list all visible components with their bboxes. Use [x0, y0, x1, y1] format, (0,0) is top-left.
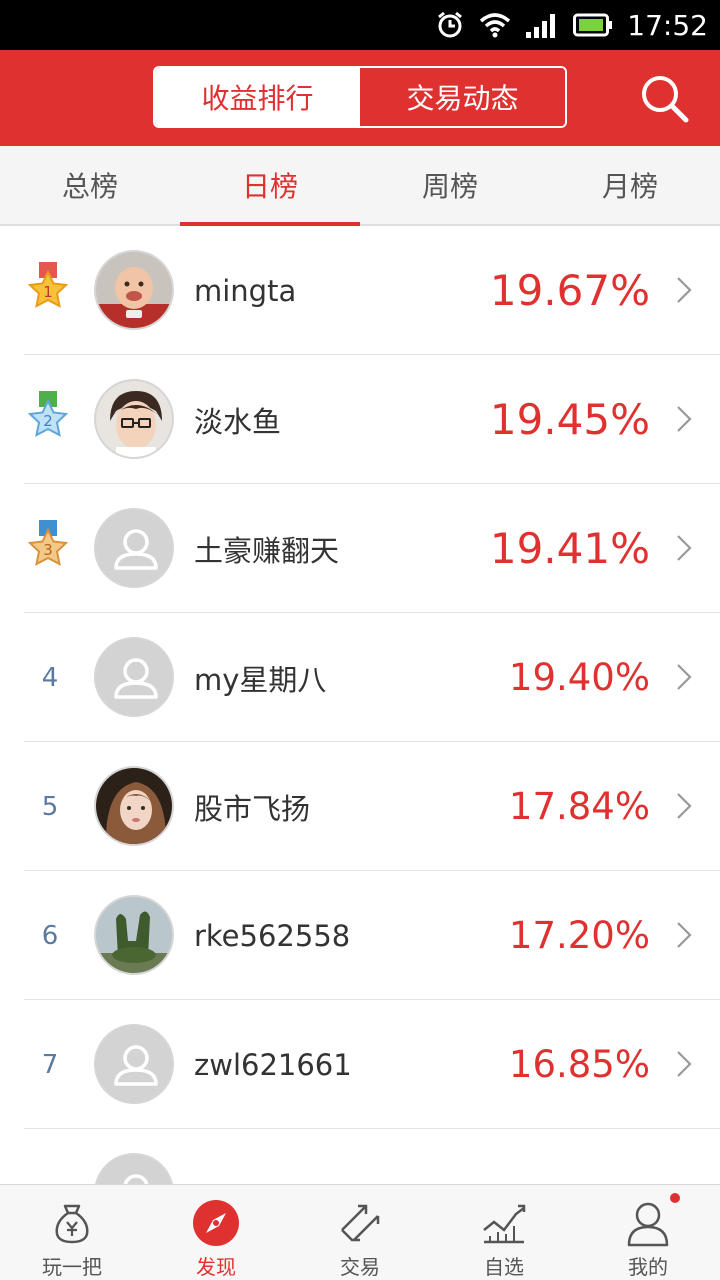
ranking-row[interactable]	[24, 1129, 720, 1184]
chevron-right-icon	[677, 664, 692, 690]
silver-medal-icon: 2	[27, 391, 69, 437]
avatar[interactable]	[94, 508, 174, 588]
user-name: 股市飞扬	[194, 791, 311, 826]
wifi-icon	[479, 12, 511, 38]
user-name: 淡水鱼	[194, 404, 282, 439]
ranking-row[interactable]: 1 mingta 19.67%	[24, 226, 720, 355]
default-avatar-icon	[96, 510, 172, 586]
tab-monthly[interactable]: 月榜	[540, 146, 720, 224]
chevron-right-icon	[677, 922, 692, 948]
compass-icon	[190, 1197, 242, 1249]
ranking-row[interactable]: 4 my星期八 19.40%	[24, 613, 720, 742]
ranking-list: 1 mingta 19.67% 2 淡水鱼 19.45% 3 土豪赚翻天 19.…	[0, 226, 720, 1184]
chart-icon	[478, 1197, 530, 1249]
nav-label: 自选	[484, 1255, 524, 1279]
return-percent: 17.84%	[508, 785, 650, 828]
avatar[interactable]	[94, 250, 174, 330]
nav-trade[interactable]: 交易	[288, 1185, 432, 1280]
nav-watchlist[interactable]: 自选	[432, 1185, 576, 1280]
search-icon	[642, 76, 689, 123]
segment-trade-activity[interactable]: 交易动态	[360, 68, 565, 126]
default-avatar-icon	[96, 1026, 172, 1102]
gold-medal-icon: 1	[27, 262, 69, 308]
chevron-right-icon	[677, 277, 692, 303]
return-percent: 19.67%	[489, 266, 650, 315]
return-percent: 16.85%	[508, 1043, 650, 1086]
rank-number: 1	[43, 283, 53, 301]
return-percent: 17.20%	[508, 914, 650, 957]
return-percent: 19.41%	[489, 524, 650, 573]
signal-icon	[525, 12, 559, 38]
avatar[interactable]	[94, 1153, 174, 1184]
search-button[interactable]	[638, 72, 692, 126]
nav-play[interactable]: 玩一把	[0, 1185, 144, 1280]
chevron-right-icon	[677, 793, 692, 819]
ranking-tabs: 总榜 日榜 周榜 月榜	[0, 146, 720, 226]
alarm-icon	[435, 10, 465, 40]
user-name: 土豪赚翻天	[194, 533, 340, 568]
ranking-row[interactable]: 3 土豪赚翻天 19.41%	[24, 484, 720, 613]
user-name: zwl621661	[194, 1047, 352, 1082]
bottom-nav: 玩一把 发现 交易 自选 我的	[0, 1184, 720, 1280]
chevron-right-icon	[677, 1051, 692, 1077]
bronze-medal-icon: 3	[27, 520, 69, 566]
rank-number: 7	[41, 1049, 59, 1080]
rank-number: 2	[43, 412, 53, 430]
avatar[interactable]	[94, 379, 174, 459]
nav-discover[interactable]: 发现	[144, 1185, 288, 1280]
nav-label: 玩一把	[42, 1255, 102, 1279]
default-avatar-icon	[96, 639, 172, 715]
user-name: rke562558	[194, 918, 351, 953]
user-icon	[622, 1197, 674, 1249]
tab-overall[interactable]: 总榜	[0, 146, 180, 224]
rank-number: 6	[41, 920, 59, 951]
segmented-control: 收益排行 交易动态	[153, 66, 567, 128]
status-time: 17:52	[627, 8, 708, 42]
avatar[interactable]	[94, 1024, 174, 1104]
ranking-row[interactable]: 2 淡水鱼 19.45%	[24, 355, 720, 484]
header: 收益排行 交易动态	[0, 50, 720, 146]
segment-earnings-ranking[interactable]: 收益排行	[155, 68, 360, 126]
ranking-row[interactable]: 5 股市飞扬 17.84%	[24, 742, 720, 871]
rank-number: 4	[41, 662, 59, 693]
rank-number: 5	[41, 791, 59, 822]
user-name: mingta	[194, 273, 297, 308]
chevron-right-icon	[677, 406, 692, 432]
ranking-row[interactable]: 6 rke562558 17.20%	[24, 871, 720, 1000]
return-percent: 19.40%	[508, 656, 650, 699]
tab-daily[interactable]: 日榜	[180, 146, 360, 226]
chevron-right-icon	[677, 535, 692, 561]
avatar[interactable]	[94, 637, 174, 717]
rank-number: 3	[43, 541, 53, 559]
nav-label: 我的	[628, 1255, 668, 1279]
tab-weekly[interactable]: 周榜	[360, 146, 540, 224]
status-bar: 17:52	[0, 0, 720, 50]
ranking-row[interactable]: 7 zwl621661 16.85%	[24, 1000, 720, 1129]
return-percent: 19.45%	[489, 395, 650, 444]
avatar[interactable]	[94, 895, 174, 975]
notification-badge	[670, 1193, 680, 1203]
user-name: my星期八	[194, 662, 327, 697]
nav-label: 发现	[196, 1255, 236, 1279]
nav-mine[interactable]: 我的	[576, 1185, 720, 1280]
avatar[interactable]	[94, 766, 174, 846]
money-bag-icon	[46, 1197, 98, 1249]
default-avatar-icon	[96, 1155, 172, 1184]
battery-icon	[573, 13, 613, 37]
nav-label: 交易	[340, 1255, 380, 1279]
trade-arrows-icon	[334, 1197, 386, 1249]
